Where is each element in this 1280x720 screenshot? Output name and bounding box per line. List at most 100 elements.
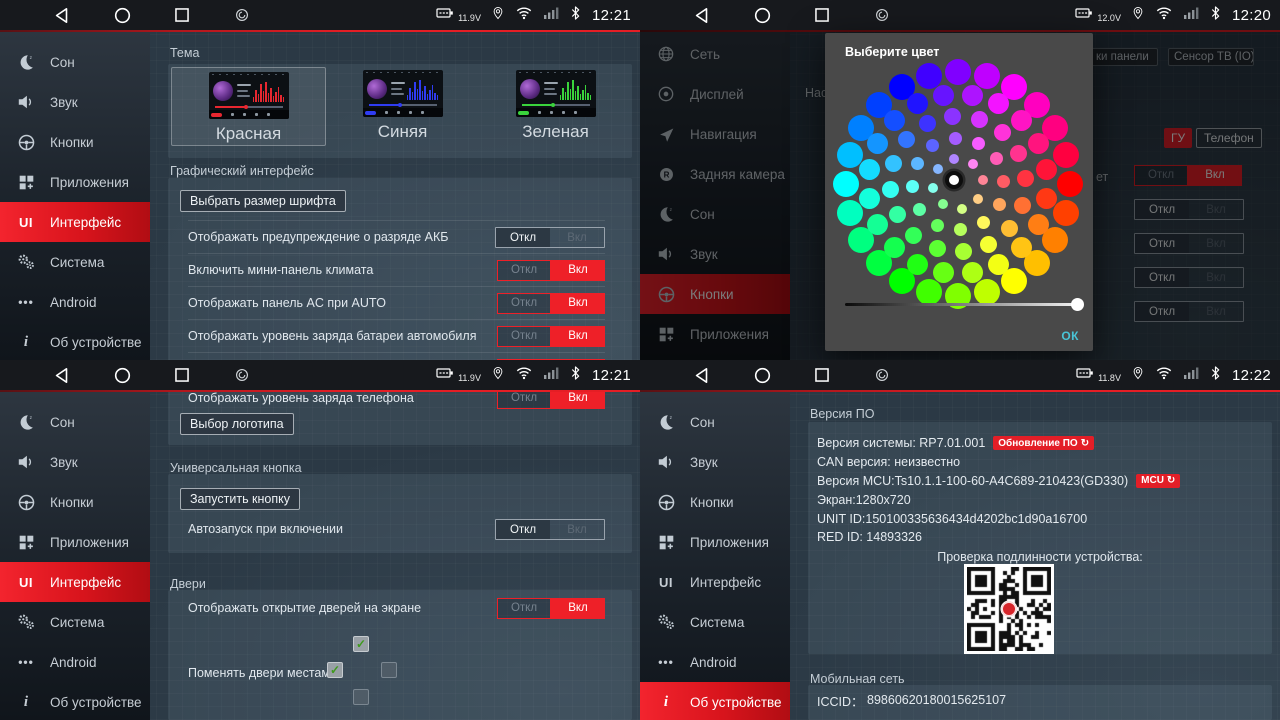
sidebar-item-4[interactable]: UIИнтерфейс xyxy=(0,202,150,242)
color-dot[interactable] xyxy=(933,164,943,174)
color-dot[interactable] xyxy=(944,108,961,125)
color-dot[interactable] xyxy=(837,200,863,226)
color-dot[interactable] xyxy=(938,199,948,209)
toggle-off-option[interactable]: Откл xyxy=(497,260,551,281)
color-dot[interactable] xyxy=(1001,220,1018,237)
recents-icon[interactable] xyxy=(812,5,832,25)
color-dot[interactable] xyxy=(889,206,906,223)
sidebar-item-2[interactable]: Кнопки xyxy=(0,122,150,162)
door-checkbox-left[interactable]: ✓ xyxy=(327,662,343,678)
color-dot[interactable] xyxy=(898,131,915,148)
color-dot[interactable] xyxy=(945,59,971,85)
toggle-on-option[interactable]: Вкл xyxy=(551,260,605,281)
sidebar-item-5[interactable]: Система xyxy=(0,242,150,282)
color-dot[interactable] xyxy=(884,237,905,258)
sidebar-item-4[interactable]: UIИнтерфейс xyxy=(0,562,150,602)
spiral-icon[interactable] xyxy=(872,5,892,25)
color-dot[interactable] xyxy=(907,254,928,275)
color-dot[interactable] xyxy=(1028,133,1049,154)
toggle-on[interactable]: ОтклВкл xyxy=(497,326,605,347)
sidebar-item-0[interactable]: zСон xyxy=(0,402,150,442)
home-icon[interactable] xyxy=(112,365,132,385)
toggle-on-option[interactable]: Вкл xyxy=(551,293,605,314)
color-dot[interactable] xyxy=(972,137,985,150)
selected-color-indicator[interactable] xyxy=(945,171,963,189)
sidebar-item-1[interactable]: Звук xyxy=(0,82,150,122)
color-dot[interactable] xyxy=(867,133,888,154)
sidebar-item-0[interactable]: zСон xyxy=(0,42,150,82)
toggle-on[interactable]: ОтклВкл xyxy=(497,260,605,281)
recents-icon[interactable] xyxy=(812,365,832,385)
color-dot[interactable] xyxy=(916,63,942,89)
update-badge[interactable]: MCU↻ xyxy=(1136,474,1180,488)
theme-card-2[interactable]: Зеленая xyxy=(479,64,632,158)
color-dot[interactable] xyxy=(933,85,954,106)
toggle-off-option[interactable]: Откл xyxy=(497,293,551,314)
sidebar-item-3[interactable]: Приложения xyxy=(0,522,150,562)
home-icon[interactable] xyxy=(112,5,132,25)
color-dot[interactable] xyxy=(907,93,928,114)
color-dot[interactable] xyxy=(957,204,967,214)
back-icon[interactable] xyxy=(52,365,72,385)
color-dot[interactable] xyxy=(988,93,1009,114)
color-dot[interactable] xyxy=(833,171,859,197)
color-dot[interactable] xyxy=(837,142,863,168)
color-dot[interactable] xyxy=(1014,197,1031,214)
color-dot[interactable] xyxy=(968,159,978,169)
logo-select-button[interactable]: Выбор логотипа xyxy=(180,413,294,435)
sidebar-item-3[interactable]: Приложения xyxy=(0,162,150,202)
color-dot[interactable] xyxy=(978,175,988,185)
toggle-on[interactable]: ОтклВкл xyxy=(497,293,605,314)
color-dot[interactable] xyxy=(867,214,888,235)
home-icon[interactable] xyxy=(752,365,772,385)
color-dot[interactable] xyxy=(962,262,983,283)
recents-icon[interactable] xyxy=(172,365,192,385)
color-dot[interactable] xyxy=(882,181,899,198)
door-checkbox-top[interactable]: ✓ xyxy=(353,636,369,652)
run-button[interactable]: Запустить кнопку xyxy=(180,488,300,510)
door-checkbox-right[interactable] xyxy=(381,662,397,678)
color-dot[interactable] xyxy=(859,159,880,180)
color-dot[interactable] xyxy=(906,180,919,193)
toggle-on-option[interactable]: Вкл xyxy=(550,228,604,247)
color-dot[interactable] xyxy=(954,223,967,236)
update-badge[interactable]: Обновление ПО↻ xyxy=(993,436,1094,450)
color-dot[interactable] xyxy=(973,194,983,204)
color-dot[interactable] xyxy=(988,254,1009,275)
back-icon[interactable] xyxy=(692,365,712,385)
color-dot[interactable] xyxy=(919,115,936,132)
spiral-icon[interactable] xyxy=(232,365,252,385)
color-dot[interactable] xyxy=(993,198,1006,211)
sidebar-item-2[interactable]: Кнопки xyxy=(0,482,150,522)
color-dot[interactable] xyxy=(928,183,938,193)
color-dot[interactable] xyxy=(971,111,988,128)
color-dot[interactable] xyxy=(962,85,983,106)
door-checkbox-bottom[interactable] xyxy=(353,689,369,705)
sidebar-item-6[interactable]: •••Android xyxy=(640,642,790,682)
color-dot[interactable] xyxy=(884,110,905,131)
spiral-icon[interactable] xyxy=(232,5,252,25)
value-slider[interactable] xyxy=(845,303,1080,306)
sidebar-item-7[interactable]: iОб устройстве xyxy=(0,322,150,360)
color-dot[interactable] xyxy=(1036,159,1057,180)
toggle-off-option[interactable]: Откл xyxy=(497,598,551,619)
color-dot[interactable] xyxy=(859,188,880,209)
toggle-off-option[interactable]: Откл xyxy=(496,228,550,247)
color-dot[interactable] xyxy=(974,63,1000,89)
color-dot[interactable] xyxy=(1028,214,1049,235)
ok-button[interactable]: ОК xyxy=(1061,329,1079,343)
slider-thumb[interactable] xyxy=(1071,298,1084,311)
toggle-off[interactable]: ОтклВкл xyxy=(495,519,605,540)
theme-card-0[interactable]: Красная xyxy=(171,67,326,146)
color-dot[interactable] xyxy=(1011,110,1032,131)
toggle-on-option[interactable]: Вкл xyxy=(550,520,604,539)
color-dot[interactable] xyxy=(955,243,972,260)
color-dot[interactable] xyxy=(1017,170,1034,187)
sidebar-item-1[interactable]: Звук xyxy=(0,442,150,482)
home-icon[interactable] xyxy=(752,5,772,25)
sidebar-item-6[interactable]: •••Android xyxy=(0,282,150,322)
color-dot[interactable] xyxy=(1010,145,1027,162)
recents-icon[interactable] xyxy=(172,5,192,25)
color-dot[interactable] xyxy=(994,124,1011,141)
color-dot[interactable] xyxy=(905,227,922,244)
